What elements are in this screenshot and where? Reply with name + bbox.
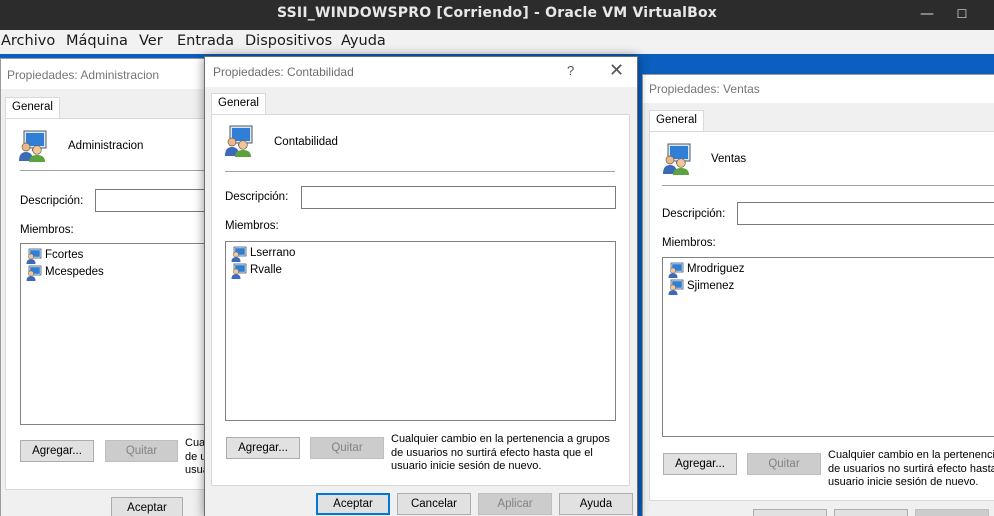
group-name: Contabilidad <box>274 136 338 148</box>
dialog-title: Propiedades: Ventas <box>649 82 760 96</box>
dialog-contabilidad: Propiedades: Contabilidad ? ✕ General Co… <box>204 56 638 516</box>
members-label: Miembros: <box>20 224 74 236</box>
dialog-titlebar[interactable]: Propiedades: Contabilidad ? ✕ <box>205 57 637 87</box>
group-name: Administracion <box>68 140 144 152</box>
apply-button[interactable]: Aplicar <box>478 493 552 515</box>
user-icon <box>668 279 684 295</box>
description-input[interactable] <box>737 202 994 225</box>
minimize-icon[interactable]: — <box>917 4 937 24</box>
dialog-title: Propiedades: Administracion <box>7 68 160 82</box>
members-label: Miembros: <box>662 237 716 249</box>
note-line: de usuarios no surtirá efecto hasta <box>828 462 994 475</box>
vbox-menubar: Archivo Máquina Ver Entrada Dispositivos… <box>0 30 994 54</box>
help-icon[interactable]: ? <box>567 63 574 78</box>
remove-button[interactable]: Quitar <box>310 437 384 459</box>
member-name: Sjimenez <box>687 280 735 292</box>
group-users-icon <box>661 142 695 176</box>
note-line: usuario inicie sesión de nuevo. <box>828 476 979 488</box>
note-line: usuario inicie sesión de nuevo. <box>391 460 542 472</box>
menu-entrada[interactable]: Entrada <box>177 33 234 49</box>
note-line: Cualquier cambio en la pertenencia a gru… <box>391 433 610 445</box>
menu-archivo[interactable]: Archivo <box>1 33 55 49</box>
membership-note: Cua de u usua <box>185 437 206 478</box>
dialog-ventas: Propiedades: Ventas General Ventas Descr… <box>642 74 994 516</box>
membership-note: Cualquier cambio en la pertenencia a gru… <box>391 433 610 474</box>
description-label: Descripción: <box>20 195 84 207</box>
tab-general[interactable]: General <box>5 97 60 119</box>
members-list[interactable]: Lserrano Rvalle <box>225 241 616 421</box>
vbox-window-title: SSII_WINDOWSPRO [Corriendo] - Oracle VM … <box>276 5 718 21</box>
add-button[interactable]: Agregar... <box>663 453 737 475</box>
group-name: Ventas <box>711 153 747 165</box>
separator <box>225 171 615 172</box>
members-list[interactable]: Fcortes Mcespedes <box>20 243 205 425</box>
group-users-icon <box>17 129 51 163</box>
description-label: Descripción: <box>662 208 726 220</box>
menu-dispositivos[interactable]: Dispositivos <box>245 33 332 49</box>
vbox-titlebar: SSII_WINDOWSPRO [Corriendo] - Oracle VM … <box>0 0 994 30</box>
members-label: Miembros: <box>225 220 279 232</box>
description-input[interactable] <box>301 186 616 209</box>
user-icon <box>26 248 42 264</box>
remove-button[interactable]: Quitar <box>747 453 821 475</box>
ok-button[interactable] <box>753 509 827 516</box>
tab-general[interactable]: General <box>211 93 266 115</box>
help-button[interactable]: Ayuda <box>559 493 633 515</box>
user-icon <box>26 265 42 281</box>
maximize-icon[interactable]: ☐ <box>952 4 972 24</box>
add-button[interactable]: Agregar... <box>226 437 300 459</box>
dialog-title: Propiedades: Contabilidad <box>213 65 354 79</box>
separator <box>662 185 994 186</box>
note-line: Cualquier cambio en la pertenencia <box>828 449 994 461</box>
apply-button[interactable] <box>915 509 989 516</box>
dialog-administracion: Propiedades: Administracion General Admi… <box>0 58 206 516</box>
note-line: de u <box>185 450 206 463</box>
member-name: Fcortes <box>45 249 84 261</box>
menu-maquina[interactable]: Máquina <box>66 33 128 49</box>
close-icon[interactable]: ✕ <box>609 60 624 81</box>
membership-note: Cualquier cambio en la pertenencia de us… <box>828 449 994 490</box>
cancel-button[interactable] <box>834 509 908 516</box>
member-name: Lserrano <box>250 247 296 259</box>
user-icon <box>668 262 684 278</box>
menu-ver[interactable]: Ver <box>139 33 163 49</box>
member-name: Mrodriguez <box>687 263 745 275</box>
cancel-button[interactable]: Cancelar <box>397 493 471 515</box>
menu-ayuda[interactable]: Ayuda <box>341 33 386 49</box>
separator <box>20 170 205 171</box>
description-input[interactable] <box>95 189 205 212</box>
member-name: Mcespedes <box>45 266 104 278</box>
add-button[interactable]: Agregar... <box>20 440 94 462</box>
group-users-icon <box>223 124 257 158</box>
ok-button[interactable]: Aceptar <box>111 497 183 516</box>
user-icon <box>231 263 247 279</box>
members-list[interactable]: Mrodriguez Sjimenez <box>662 257 994 437</box>
note-line: usua <box>185 464 205 476</box>
user-icon <box>231 246 247 262</box>
description-label: Descripción: <box>225 191 289 203</box>
remove-button[interactable]: Quitar <box>105 440 178 462</box>
tab-general[interactable]: General <box>649 110 704 132</box>
member-name: Rvalle <box>250 264 282 276</box>
note-line: de usuarios no surtirá efecto hasta que … <box>391 446 593 459</box>
dialog-titlebar[interactable]: Propiedades: Administracion <box>1 59 205 89</box>
ok-button[interactable]: Aceptar <box>316 493 390 515</box>
dialog-titlebar[interactable]: Propiedades: Ventas <box>643 75 994 103</box>
note-line: Cua <box>185 437 206 449</box>
